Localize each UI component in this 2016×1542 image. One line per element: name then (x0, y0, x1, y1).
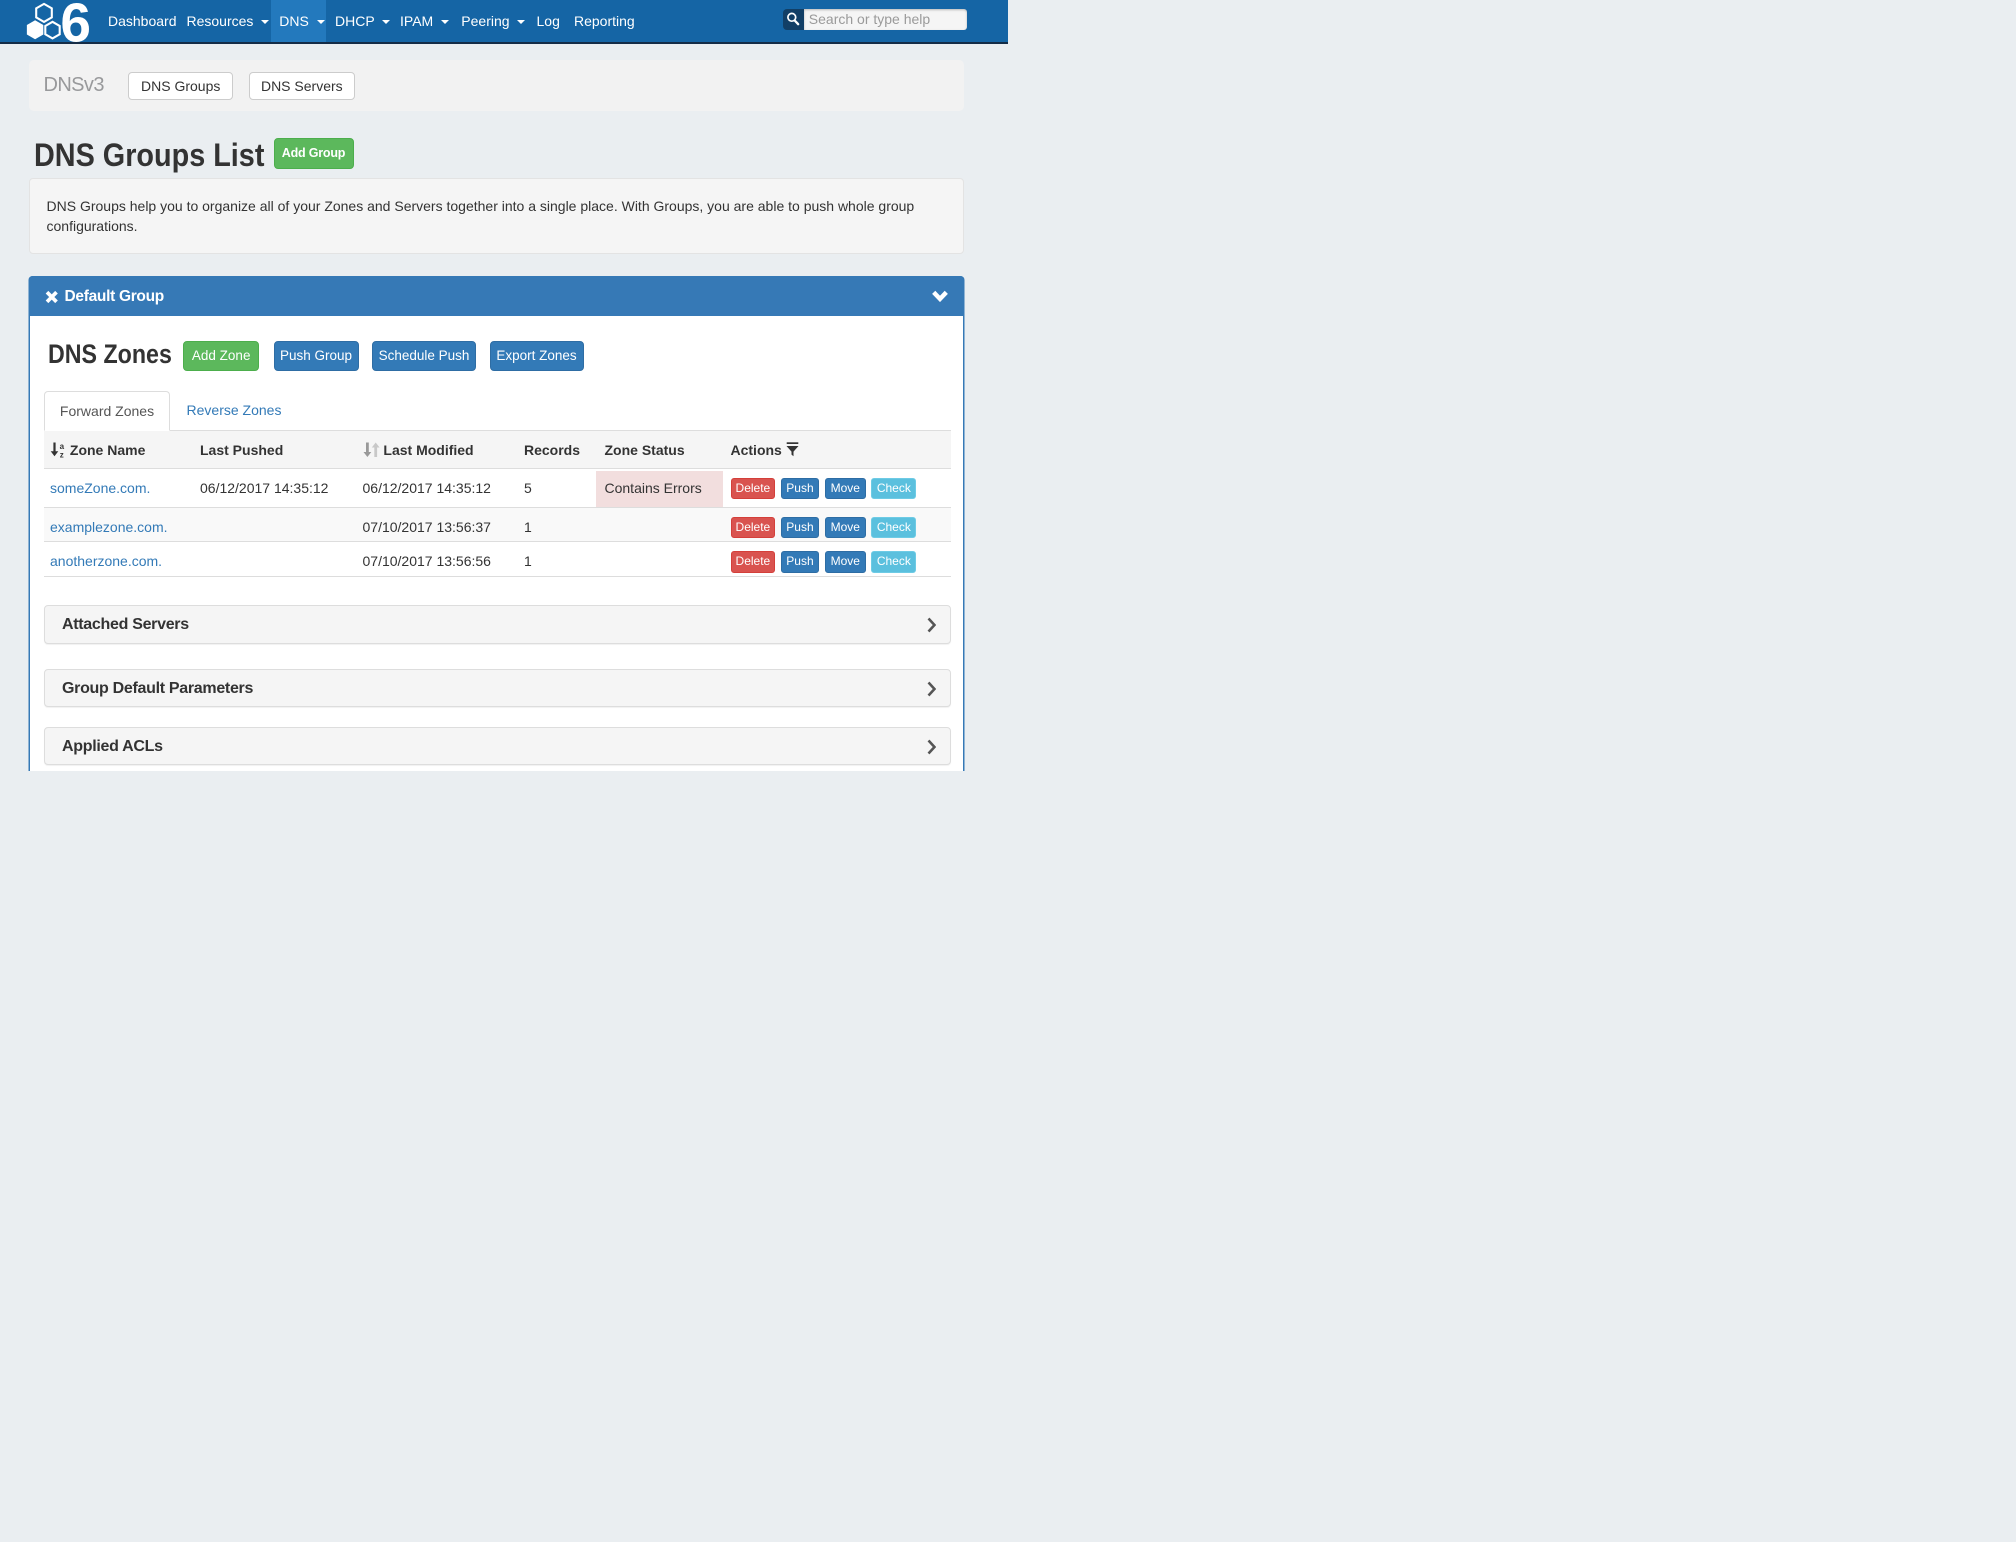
svg-text:z: z (60, 450, 64, 458)
svg-text:6: 6 (60, 2, 91, 43)
